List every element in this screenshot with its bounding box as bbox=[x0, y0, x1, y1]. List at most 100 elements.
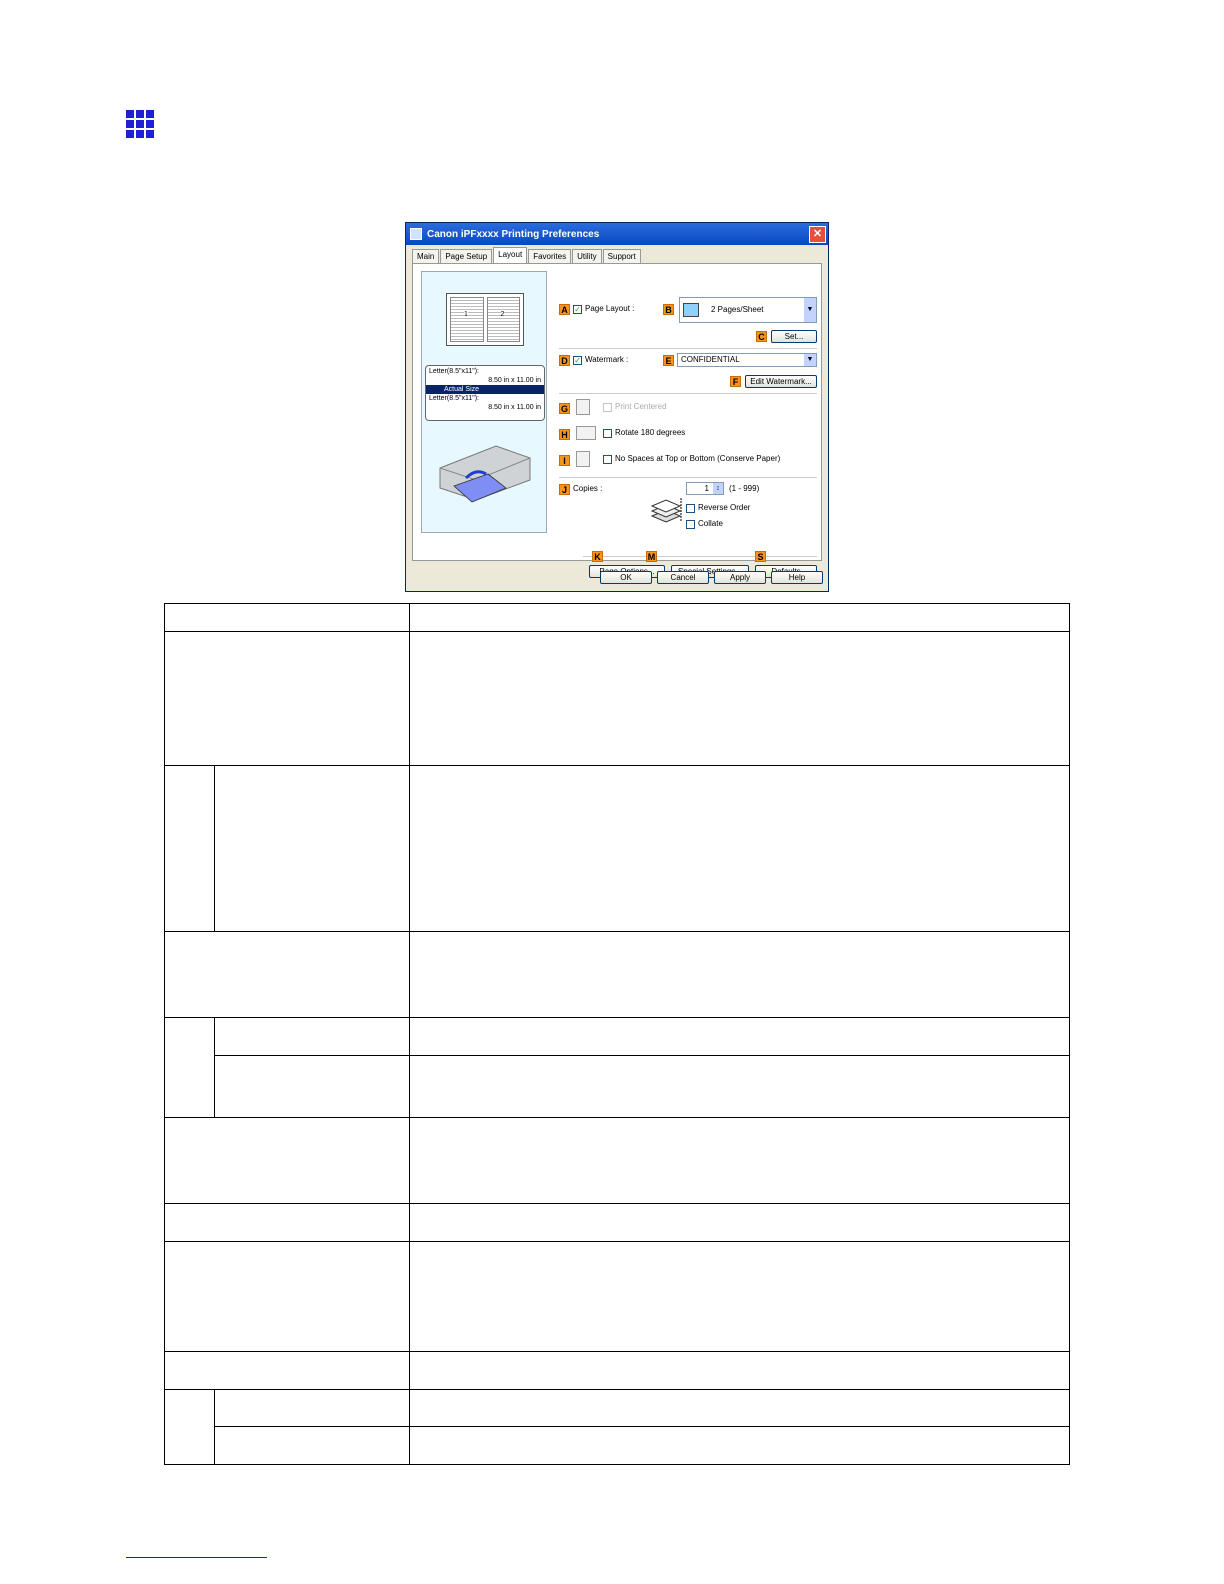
size-text: Letter(8.5"x11"): bbox=[429, 368, 479, 375]
tab-favorites[interactable]: Favorites bbox=[528, 249, 572, 263]
rotate-icon bbox=[576, 426, 596, 440]
tab-support[interactable]: Support bbox=[602, 249, 641, 263]
layout-thumbnail-icon bbox=[683, 302, 699, 317]
dialog-title: Canon iPFxxxx Printing Preferences bbox=[427, 228, 600, 240]
separator bbox=[559, 348, 817, 349]
printing-preferences-dialog: Canon iPFxxxx Printing Preferences ✕ Mai… bbox=[405, 222, 829, 592]
table-row bbox=[164, 1351, 1071, 1390]
section-grid-icon bbox=[126, 110, 154, 138]
tab-layout[interactable]: Layout bbox=[493, 247, 528, 263]
table-cell bbox=[408, 1055, 1071, 1118]
table-header-row bbox=[164, 603, 1071, 632]
table-cell bbox=[408, 1241, 1071, 1352]
conserve-paper-icon bbox=[576, 451, 590, 467]
reverse-order-label: Reverse Order bbox=[698, 503, 751, 512]
cancel-button[interactable]: Cancel bbox=[657, 571, 709, 584]
help-button[interactable]: Help bbox=[771, 571, 823, 584]
chevron-down-icon[interactable]: ▼ bbox=[804, 298, 816, 322]
table-row bbox=[165, 1055, 1071, 1118]
copies-value: 1 bbox=[704, 484, 709, 493]
table-cell bbox=[213, 1017, 410, 1056]
table-row bbox=[164, 1203, 1071, 1242]
printer-app-icon bbox=[410, 228, 422, 240]
table-cell bbox=[164, 1351, 410, 1390]
table-row bbox=[164, 1017, 1071, 1118]
size-text: Letter(8.5"x11"): bbox=[429, 395, 479, 402]
marker-s: S bbox=[755, 551, 766, 562]
preview-area: 1 2 Letter(8.5"x11"): 8.50 in x 11.00 in… bbox=[421, 271, 547, 533]
marker-f: F bbox=[730, 376, 741, 387]
page-layout-preview: 1 2 bbox=[446, 293, 524, 346]
tab-utility[interactable]: Utility bbox=[572, 249, 602, 263]
actual-size-label: Actual Size bbox=[426, 385, 544, 394]
marker-a: A bbox=[559, 304, 570, 315]
table-cell bbox=[213, 765, 410, 932]
marker-b: B bbox=[663, 304, 674, 315]
chevron-down-icon[interactable]: ▼ bbox=[804, 354, 816, 366]
table-cell bbox=[408, 631, 1071, 766]
marker-d: D bbox=[559, 355, 570, 366]
marker-e: E bbox=[663, 355, 674, 366]
spinner-icon[interactable]: ↕ bbox=[713, 483, 723, 494]
table-cell bbox=[213, 1426, 410, 1465]
table-row bbox=[164, 765, 1071, 932]
table-cell bbox=[408, 765, 1071, 932]
separator bbox=[583, 556, 817, 557]
table-cell bbox=[408, 1351, 1071, 1390]
rotate-label: Rotate 180 degrees bbox=[615, 428, 686, 437]
marker-j: J bbox=[559, 484, 570, 495]
table-cell bbox=[408, 1117, 1071, 1204]
dialog-titlebar: Canon iPFxxxx Printing Preferences ✕ bbox=[406, 223, 828, 245]
table-cell bbox=[408, 1017, 1071, 1056]
pages-per-sheet-select[interactable]: 2 Pages/Sheet ▼ bbox=[679, 297, 817, 323]
table-row bbox=[164, 631, 1071, 766]
marker-i: I bbox=[559, 455, 570, 466]
watermark-value: CONFIDENTIAL bbox=[681, 355, 740, 364]
marker-g: G bbox=[559, 403, 570, 414]
tab-main[interactable]: Main bbox=[412, 249, 440, 263]
watermark-checkbox[interactable]: ✓ bbox=[573, 356, 582, 365]
page-number: 2 bbox=[500, 311, 505, 318]
table-row bbox=[164, 931, 1071, 1018]
print-centered-checkbox bbox=[603, 403, 612, 412]
no-spaces-label: No Spaces at Top or Bottom (Conserve Pap… bbox=[615, 454, 781, 463]
preview-page-2: 2 bbox=[486, 297, 520, 342]
no-spaces-checkbox[interactable] bbox=[603, 455, 612, 464]
size-text: 8.50 in x 11.00 in bbox=[488, 377, 541, 384]
reverse-order-checkbox[interactable] bbox=[686, 504, 695, 513]
rotate-checkbox[interactable] bbox=[603, 429, 612, 438]
ok-button[interactable]: OK bbox=[600, 571, 652, 584]
set-button[interactable]: Set... bbox=[771, 330, 817, 343]
edit-watermark-button[interactable]: Edit Watermark... bbox=[745, 375, 817, 388]
separator bbox=[559, 393, 817, 394]
print-centered-label: Print Centered bbox=[615, 402, 667, 411]
separator bbox=[559, 477, 817, 478]
table-row bbox=[164, 1117, 1071, 1204]
pages-per-sheet-value: 2 Pages/Sheet bbox=[711, 305, 764, 314]
tab-page-setup[interactable]: Page Setup bbox=[440, 249, 493, 263]
table-cell bbox=[164, 631, 410, 766]
table-cell bbox=[164, 603, 410, 632]
table-cell bbox=[164, 1241, 410, 1352]
close-button[interactable]: ✕ bbox=[809, 225, 826, 243]
collate-label: Collate bbox=[698, 519, 723, 528]
collate-checkbox[interactable] bbox=[686, 520, 695, 529]
page-layout-checkbox[interactable]: ✓ bbox=[573, 305, 582, 314]
apply-button[interactable]: Apply bbox=[714, 571, 766, 584]
marker-m: M bbox=[646, 551, 657, 562]
layout-panel: 1 2 Letter(8.5"x11"): 8.50 in x 11.00 in… bbox=[412, 263, 822, 578]
table-cell bbox=[213, 1055, 410, 1118]
print-centered-icon bbox=[576, 399, 590, 415]
table-cell bbox=[164, 1203, 410, 1242]
page-layout-label: Page Layout : bbox=[585, 304, 635, 313]
table-row bbox=[165, 1426, 1071, 1465]
marker-h: H bbox=[559, 429, 570, 440]
size-text: 8.50 in x 11.00 in bbox=[488, 404, 541, 411]
copies-stepper[interactable]: 1 ↕ bbox=[686, 482, 724, 495]
table-cell bbox=[213, 1389, 410, 1427]
table-row bbox=[164, 1389, 1071, 1465]
watermark-select[interactable]: CONFIDENTIAL ▼ bbox=[677, 353, 817, 367]
marker-k: K bbox=[592, 551, 603, 562]
footer-link-underline bbox=[126, 1557, 267, 1558]
marker-c: C bbox=[756, 331, 767, 342]
